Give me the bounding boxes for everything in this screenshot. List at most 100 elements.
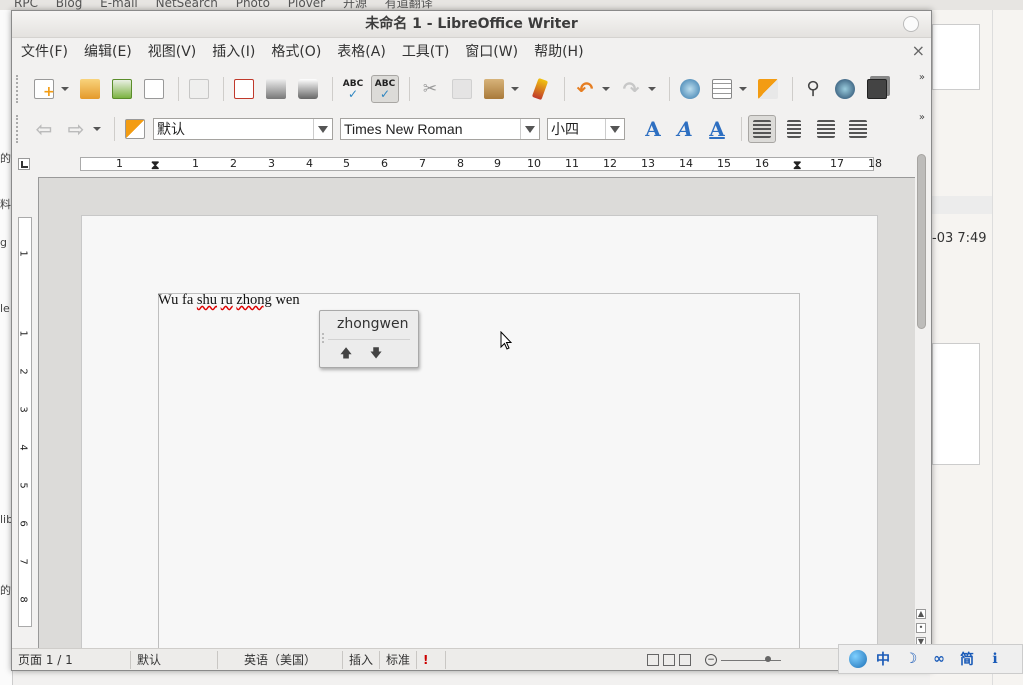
underline-button[interactable]: A	[703, 115, 731, 143]
document-word[interactable]: shu	[197, 292, 217, 308]
bookmark[interactable]: RPC	[14, 0, 38, 10]
document-page[interactable]: Wu fa shu ru zhong wen	[81, 215, 878, 670]
table-dropdown[interactable]	[738, 75, 748, 103]
navigation-icon[interactable]: •	[916, 623, 926, 633]
back-button[interactable]: ⇦	[30, 115, 58, 143]
previous-page-icon[interactable]: ▲	[916, 609, 926, 619]
chinese-mode-icon[interactable]: 中	[871, 649, 895, 669]
tab-stop-selector[interactable]	[18, 158, 30, 170]
bookmark[interactable]: Photo	[236, 0, 270, 10]
bookmark[interactable]: Plover	[288, 0, 325, 10]
edit-mode-button[interactable]	[185, 75, 213, 103]
toolbar-overflow-icon[interactable]: »	[919, 73, 925, 83]
language-indicator[interactable]: 英语（美国）	[218, 651, 343, 669]
clone-formatting-button[interactable]	[526, 75, 554, 103]
new-document-dropdown[interactable]	[60, 75, 70, 103]
arrow-down-icon[interactable]: 🡇	[368, 345, 384, 361]
bookmark[interactable]: E-mail	[100, 0, 138, 10]
toolbar-overflow-icon[interactable]: »	[919, 113, 925, 123]
indent-marker[interactable]: ⧗	[151, 158, 159, 173]
bookmark[interactable]: 有道翻译	[385, 0, 433, 10]
moon-icon[interactable]: ☽	[899, 651, 923, 667]
toolbar-grip[interactable]	[16, 75, 24, 103]
right-indent-marker[interactable]: ⧗	[793, 158, 801, 173]
single-page-view-icon[interactable]	[647, 654, 659, 666]
title-bar[interactable]: 未命名 1 - LibreOffice Writer	[12, 11, 931, 38]
document-word[interactable]: zhong	[236, 292, 271, 308]
hyperlink-button[interactable]	[676, 75, 704, 103]
zoom-out-icon[interactable]: −	[705, 654, 717, 666]
zoom-slider[interactable]	[721, 655, 781, 662]
spellcheck-button[interactable]: ABC	[339, 75, 367, 103]
export-pdf-button[interactable]	[230, 75, 258, 103]
menu-file[interactable]: 文件(F)	[12, 38, 76, 66]
menu-tools[interactable]: 工具(T)	[394, 38, 457, 66]
italic-button[interactable]: A	[671, 115, 699, 143]
auto-spellcheck-button[interactable]: ABC	[371, 75, 399, 103]
zoom-knob[interactable]	[765, 655, 771, 662]
vertical-scrollbar[interactable]: ▲ • ▼	[915, 154, 928, 647]
cut-button[interactable]: ✂	[416, 75, 444, 103]
menu-view[interactable]: 视图(V)	[140, 38, 205, 66]
document-modified-icon[interactable]: !	[417, 651, 446, 669]
align-right-button[interactable]	[812, 115, 840, 143]
toolbar-grip[interactable]	[16, 115, 24, 143]
menu-insert[interactable]: 插入(I)	[204, 38, 263, 66]
punctuation-icon[interactable]: ∞	[927, 651, 951, 667]
save-button[interactable]	[108, 75, 136, 103]
bookmark[interactable]: Blog	[56, 0, 83, 10]
nav-dropdown[interactable]	[92, 115, 102, 143]
simplified-icon[interactable]: 简	[955, 649, 979, 669]
page-style-indicator[interactable]: 默认	[131, 651, 218, 669]
paste-button[interactable]	[480, 75, 508, 103]
forward-button[interactable]: ⇨	[62, 115, 90, 143]
arrow-up-icon[interactable]: 🡅	[338, 345, 354, 361]
window-control-button[interactable]	[903, 16, 919, 32]
document-canvas[interactable]: Wu fa shu ru zhong wen	[38, 177, 915, 670]
paragraph-style-select[interactable]: 默认	[153, 118, 333, 140]
bookmark[interactable]: NetSearch	[156, 0, 218, 10]
menu-window[interactable]: 窗口(W)	[457, 38, 526, 66]
horizontal-ruler[interactable]: 1 ⧗ 1 2 3 4 5 6 7 8 9 10 11 12 13 14 15 …	[80, 157, 882, 173]
document-word[interactable]: Wu	[158, 292, 178, 308]
popup-grip[interactable]	[322, 333, 327, 343]
draw-functions-button[interactable]	[754, 75, 782, 103]
page-indicator[interactable]: 页面 1 / 1	[12, 651, 131, 669]
bookmark[interactable]: 开源	[343, 0, 367, 10]
bold-button[interactable]: A	[639, 115, 667, 143]
table-button[interactable]	[708, 75, 736, 103]
scrollbar-thumb[interactable]	[917, 154, 926, 329]
multi-page-view-icon[interactable]	[663, 654, 675, 666]
insert-mode-indicator[interactable]: 插入	[343, 651, 380, 669]
chevron-down-icon[interactable]	[605, 119, 624, 139]
align-left-button[interactable]	[748, 115, 776, 143]
navigator-button[interactable]	[831, 75, 859, 103]
menu-help[interactable]: 帮助(H)	[526, 38, 591, 66]
book-view-icon[interactable]	[679, 654, 691, 666]
align-center-button[interactable]	[780, 115, 808, 143]
vertical-ruler[interactable]: 1 1 2 3 4 5 6 7 8	[18, 217, 32, 627]
close-document-icon[interactable]: ×	[912, 41, 925, 60]
globe-icon[interactable]	[849, 650, 867, 668]
find-replace-button[interactable]: ⚲	[799, 75, 827, 103]
menu-table[interactable]: 表格(A)	[329, 38, 394, 66]
redo-dropdown[interactable]	[647, 75, 657, 103]
paste-dropdown[interactable]	[510, 75, 520, 103]
open-button[interactable]	[76, 75, 104, 103]
print-preview-button[interactable]	[294, 75, 322, 103]
document-word[interactable]: ru	[221, 292, 233, 308]
styles-button[interactable]	[121, 115, 149, 143]
new-document-button[interactable]	[30, 75, 58, 103]
info-icon[interactable]: ℹ	[983, 651, 1007, 667]
menu-format[interactable]: 格式(O)	[263, 38, 329, 66]
document-text[interactable]: Wu fa shu ru zhong wen	[158, 292, 300, 309]
gallery-button[interactable]	[863, 75, 891, 103]
selection-mode-indicator[interactable]: 标准	[380, 651, 417, 669]
print-button[interactable]	[262, 75, 290, 103]
font-size-select[interactable]: 小四	[547, 118, 625, 140]
undo-button[interactable]: ↶	[571, 75, 599, 103]
copy-button[interactable]	[448, 75, 476, 103]
menu-edit[interactable]: 编辑(E)	[76, 38, 140, 66]
document-word[interactable]: fa	[182, 292, 193, 308]
font-name-select[interactable]: Times New Roman	[340, 118, 540, 140]
